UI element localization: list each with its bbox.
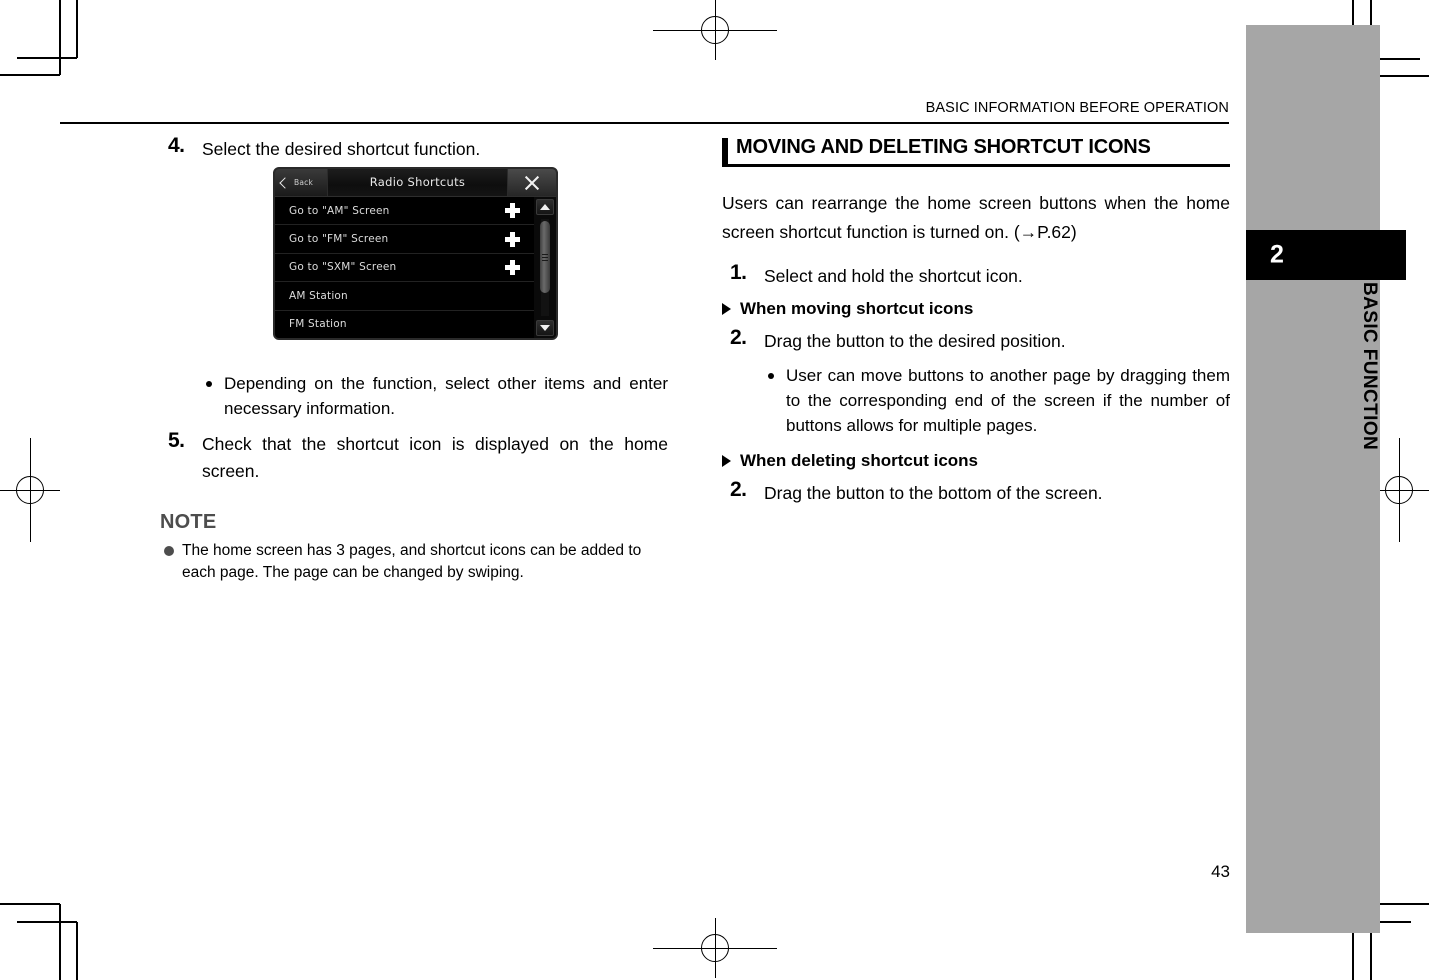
- bullet-depending-text: Depending on the function, select other …: [224, 374, 668, 418]
- step-5: 5. Check that the shortcut icon is displ…: [160, 429, 668, 485]
- list-item[interactable]: Go to "AM" Screen: [275, 197, 534, 226]
- subhead-when-moving-label: When moving shortcut icons: [740, 299, 974, 318]
- step-2-deleting-number: 2.: [730, 478, 747, 501]
- chevron-left-icon: [279, 176, 291, 189]
- section-bar-accent: [722, 138, 728, 166]
- device-title-bar: Back Radio Shortcuts: [275, 169, 556, 197]
- crop-mark-bottom-left-h2: [17, 921, 77, 923]
- note-item-text: The home screen has 3 pages, and shortcu…: [182, 542, 642, 581]
- crop-mark-bottom-left-h1: [0, 903, 60, 905]
- step-2-moving-number: 2.: [730, 326, 747, 349]
- note-heading: NOTE: [160, 511, 217, 533]
- bullet-user-can-move: User can move buttons to another page by…: [722, 363, 1230, 438]
- plus-icon[interactable]: [505, 231, 520, 247]
- bullet-dot-icon: [768, 373, 774, 379]
- scrollbar-grip-icon: [542, 260, 548, 261]
- step-2-deleting: 2. Drag the button to the bottom of the …: [722, 478, 1230, 507]
- scroll-down-arrow-icon: [540, 325, 550, 331]
- scrollbar-grip-icon: [542, 254, 548, 255]
- chapter-tab: 2: [1246, 230, 1406, 280]
- list-item[interactable]: AM Station: [275, 282, 534, 311]
- step-2-moving: 2. Drag the button to the desired positi…: [722, 326, 1230, 355]
- scroll-up-arrow-icon: [540, 204, 550, 210]
- device-shortcut-list[interactable]: Go to "AM" Screen Go to "FM" Screen Go t…: [275, 197, 534, 338]
- crop-mark-bottom-left-v1: [59, 904, 61, 980]
- list-item[interactable]: Go to "SXM" Screen: [275, 254, 534, 283]
- plus-icon[interactable]: [505, 259, 520, 275]
- bullet-depending-on-function: Depending on the function, select other …: [160, 371, 668, 421]
- device-scrollbar[interactable]: [534, 197, 556, 338]
- manual-page: BASIC INFORMATION BEFORE OPERATION 4. Se…: [0, 0, 1429, 980]
- crop-mark-top-left-v2: [76, 0, 78, 58]
- crop-mark-top-left-h1: [0, 74, 60, 76]
- crop-mark-top-left-h2: [17, 57, 77, 59]
- section-heading-block: MOVING AND DELETING SHORTCUT ICONS: [722, 136, 1230, 167]
- section-title: MOVING AND DELETING SHORTCUT ICONS: [736, 136, 1151, 158]
- step-4-text: Select the desired shortcut function.: [202, 139, 481, 159]
- step-1-text: Select and hold the shortcut icon.: [764, 266, 1023, 286]
- note-item: The home screen has 3 pages, and shortcu…: [160, 540, 668, 584]
- triangle-right-icon: [722, 455, 731, 467]
- step-4: 4. Select the desired shortcut function.: [160, 134, 668, 163]
- crop-mark-bottom-left-v2: [76, 922, 78, 980]
- plus-icon[interactable]: [505, 203, 520, 219]
- bullet-dot-icon: [206, 381, 212, 387]
- triangle-right-icon: [722, 303, 731, 315]
- running-header: BASIC INFORMATION BEFORE OPERATION: [925, 100, 1229, 116]
- chapter-name: BASIC FUNCTION: [1359, 282, 1380, 451]
- chapter-sidebar: [1246, 25, 1380, 933]
- device-screen-title: Radio Shortcuts: [369, 175, 466, 189]
- header-rule: [60, 122, 1229, 124]
- chapter-number: 2: [1270, 240, 1284, 269]
- device-close-button[interactable]: [507, 169, 556, 196]
- list-item[interactable]: FM Station: [275, 311, 534, 338]
- step-2-moving-text: Drag the button to the desired position.: [764, 331, 1066, 351]
- scrollbar-thumb[interactable]: [540, 221, 550, 293]
- crop-mark-top-left-v1: [59, 0, 61, 75]
- step-1: 1. Select and hold the shortcut icon.: [722, 261, 1230, 290]
- device-back-label: Back: [294, 178, 314, 187]
- list-item-label: FM Station: [289, 318, 347, 331]
- page-number: 43: [1211, 862, 1230, 881]
- step-5-text: Check that the shortcut icon is displaye…: [202, 434, 668, 481]
- device-screenshot-radio-shortcuts: Back Radio Shortcuts Go to "AM" Screen G…: [273, 167, 558, 340]
- bullet-user-can-move-text: User can move buttons to another page by…: [786, 366, 1230, 435]
- note-bullet-dot-icon: [164, 546, 174, 556]
- list-item[interactable]: Go to "FM" Screen: [275, 225, 534, 254]
- list-item-label: Go to "FM" Screen: [289, 233, 389, 246]
- scroll-up-button[interactable]: [536, 199, 554, 215]
- list-item-label: Go to "AM" Screen: [289, 204, 390, 217]
- step-1-number: 1.: [730, 261, 747, 284]
- right-column: MOVING AND DELETING SHORTCUT ICONS Users…: [722, 136, 1230, 511]
- subhead-when-deleting: When deleting shortcut icons: [722, 448, 1230, 474]
- intro-paragraph: Users can rearrange the home screen butt…: [722, 193, 1230, 242]
- list-item-label: Go to "SXM" Screen: [289, 261, 397, 274]
- list-item-label: AM Station: [289, 289, 348, 302]
- scroll-down-button[interactable]: [536, 320, 554, 336]
- device-back-button[interactable]: Back: [275, 169, 328, 196]
- step-4-number: 4.: [168, 134, 185, 157]
- step-5-number: 5.: [168, 429, 185, 452]
- section-rule: [722, 164, 1230, 167]
- step-2-deleting-text: Drag the button to the bottom of the scr…: [764, 483, 1103, 503]
- subhead-when-moving: When moving shortcut icons: [722, 296, 1230, 322]
- subhead-when-deleting-label: When deleting shortcut icons: [740, 451, 979, 470]
- scrollbar-grip-icon: [542, 257, 548, 258]
